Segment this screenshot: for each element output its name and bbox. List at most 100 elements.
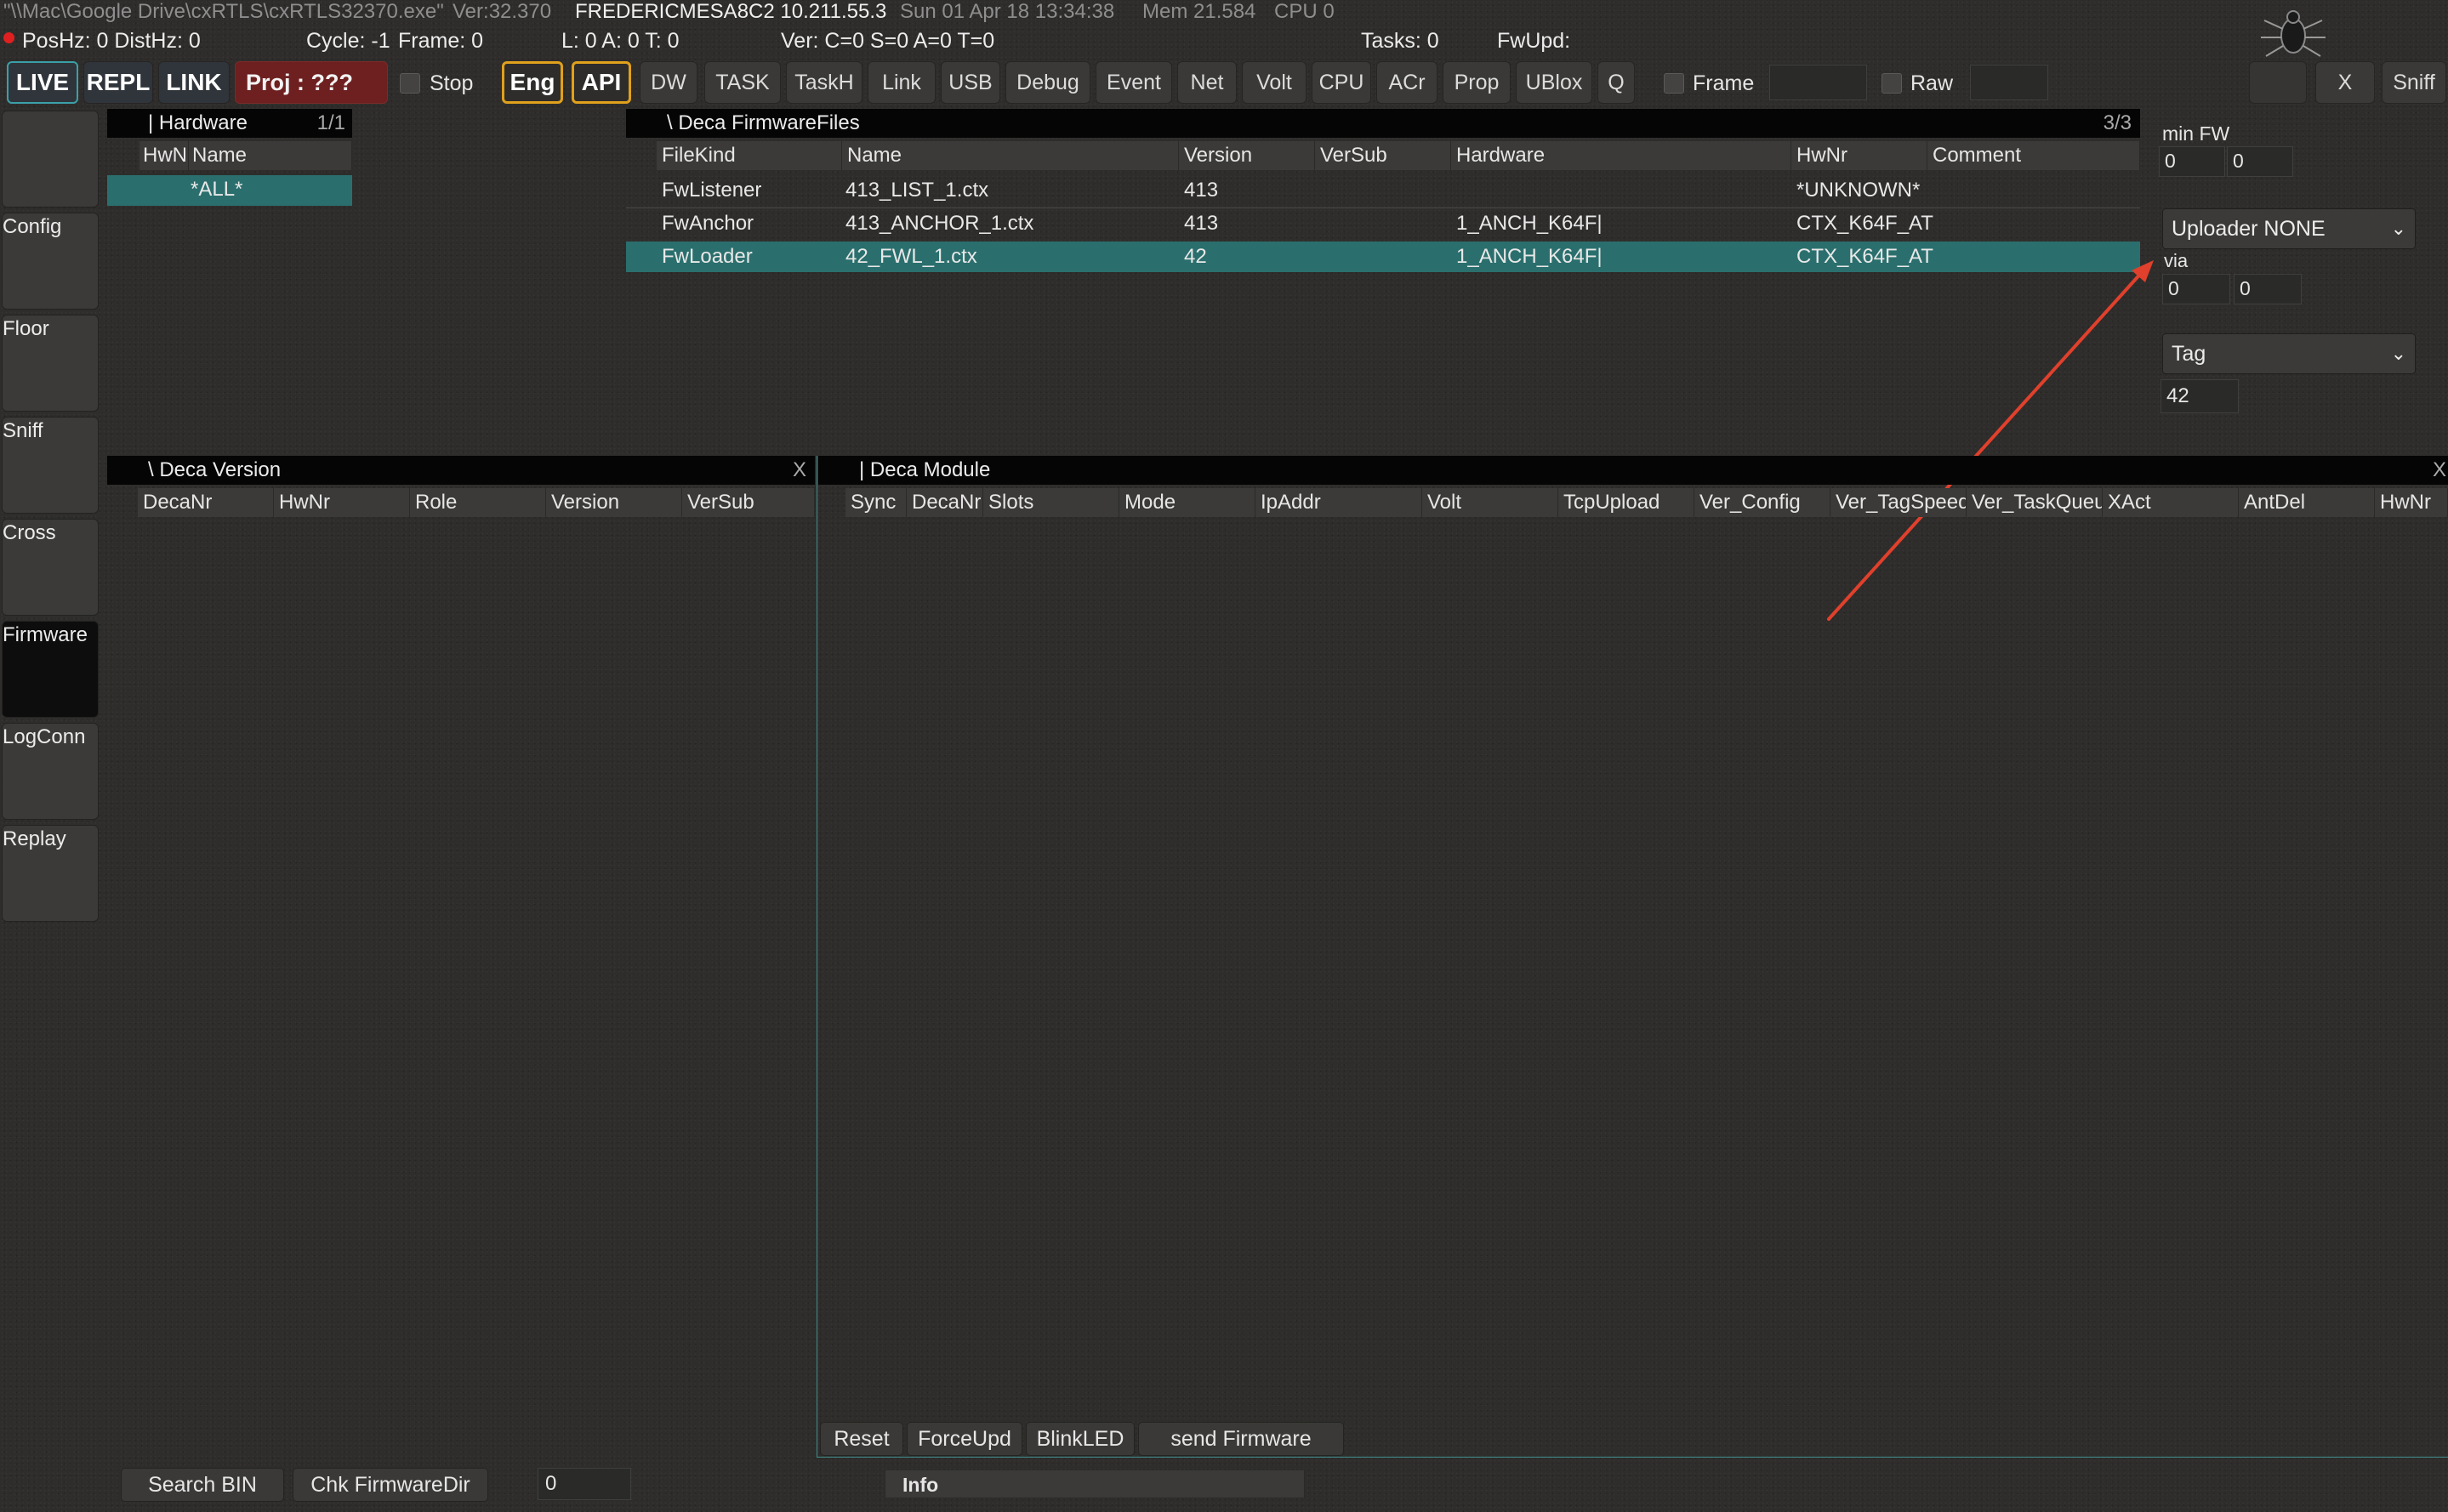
sidebar-item-firmware[interactable]: Firmware [2, 621, 99, 718]
force-update-button[interactable]: ForceUpd [907, 1422, 1022, 1456]
via-label: via [2164, 250, 2189, 271]
acr-button[interactable]: ACr [1376, 61, 1437, 104]
hardware-col-name[interactable]: Name [189, 141, 352, 170]
prop-button[interactable]: Prop [1443, 61, 1511, 104]
sidebar-item-floor[interactable]: Floor [2, 315, 99, 412]
hardware-col-hwnr[interactable]: HwNr [139, 141, 189, 170]
firmware-col-name[interactable]: Name [842, 141, 1179, 170]
sidebar-item-label: Firmware [3, 623, 88, 646]
module-col-ipaddr[interactable]: IpAddr [1255, 488, 1422, 517]
close-button[interactable]: X [2315, 61, 2375, 104]
min-fw-input-b[interactable]: 0 [2227, 146, 2293, 177]
q-button[interactable]: Q [1597, 61, 1635, 104]
sidebar-item-label: Cross [3, 521, 56, 544]
logo-button[interactable] [2249, 61, 2307, 104]
module-col-hwnr[interactable]: HwNr [2375, 488, 2448, 517]
module-col-ver-tagspeed[interactable]: Ver_TagSpeed [1830, 488, 1967, 517]
frame-label: Frame [1693, 71, 1755, 95]
via-value-a: 0 [2168, 277, 2179, 299]
module-col-volt[interactable]: Volt [1422, 488, 1558, 517]
sidebar-item-label: Floor [3, 317, 49, 340]
tag-select[interactable]: Tag ⌄ [2162, 333, 2416, 374]
firmware-col-versub[interactable]: VerSub [1315, 141, 1451, 170]
frame-input[interactable] [1769, 65, 1867, 100]
version-col-role[interactable]: Role [410, 488, 546, 517]
hardware-count: 1/1 [316, 111, 345, 134]
volt-button[interactable]: Volt [1242, 61, 1307, 104]
module-col-ver-taskqueue[interactable]: Ver_TaskQueue [1967, 488, 2103, 517]
api-button[interactable]: API [572, 61, 631, 104]
version-close-button[interactable]: X [793, 456, 806, 485]
frame-checkbox[interactable] [1664, 73, 1684, 94]
date-time: Sun 01 Apr 18 13:34:38 [900, 0, 1115, 23]
sidebar-item-logconn[interactable]: LogConn [2, 723, 99, 820]
cpu-usage: CPU 0 [1274, 0, 1335, 23]
module-col-xact[interactable]: XAct [2103, 488, 2239, 517]
check-firmware-dir-button[interactable]: Chk FirmwareDir [293, 1468, 488, 1502]
blink-led-button[interactable]: BlinkLED [1026, 1422, 1135, 1456]
usb-button[interactable]: USB [941, 61, 1000, 104]
module-col-ver-config[interactable]: Ver_Config [1694, 488, 1830, 517]
sniff-button[interactable]: Sniff [2382, 61, 2446, 104]
cpu-button[interactable]: CPU [1312, 61, 1371, 104]
sidebar-item-cross[interactable]: Cross [2, 519, 99, 616]
version-col-decanr[interactable]: DecaNr [138, 488, 274, 517]
reset-button[interactable]: Reset [820, 1422, 903, 1456]
event-button[interactable]: Event [1096, 61, 1172, 104]
min-fw-input-a[interactable]: 0 [2159, 146, 2225, 177]
min-fw-value-b: 0 [2233, 150, 2244, 172]
firmware-count-value: 0 [545, 1472, 557, 1495]
via-input-a[interactable]: 0 [2162, 274, 2230, 304]
firmware-col-hwnr[interactable]: HwNr [1791, 141, 1927, 170]
dw-button[interactable]: DW [640, 61, 697, 104]
version-col-versub[interactable]: VerSub [682, 488, 815, 517]
module-col-mode[interactable]: Mode [1119, 488, 1255, 517]
host-address: FREDERICMESA8C2 10.211.55.3 [575, 0, 887, 23]
sidebar-item-config[interactable]: Config [2, 213, 99, 310]
raw-input[interactable] [1970, 65, 2048, 100]
link-button[interactable]: Link [868, 61, 936, 104]
sidebar-item-home[interactable] [2, 111, 99, 207]
link-mode-button[interactable]: LINK [158, 61, 230, 104]
fw-update: FwUpd: [1497, 29, 1571, 53]
version-col-hwnr[interactable]: HwNr [274, 488, 410, 517]
module-col-tcpupload[interactable]: TcpUpload [1558, 488, 1694, 517]
search-bin-button[interactable]: Search BIN [121, 1468, 284, 1502]
module-col-sync[interactable]: Sync [845, 488, 907, 517]
net-button[interactable]: Net [1177, 61, 1237, 104]
sidebar-item-label: LogConn [3, 725, 86, 748]
uploader-select[interactable]: Uploader NONE ⌄ [2162, 208, 2416, 249]
min-fw-label: min FW [2162, 122, 2230, 145]
stop-checkbox[interactable] [400, 73, 420, 94]
firmware-col-hardware[interactable]: Hardware [1451, 141, 1791, 170]
firmware-col-filekind[interactable]: FileKind [657, 141, 842, 170]
cell-name: 42_FWL_1.ctx [845, 245, 977, 268]
sidebar-item-replay[interactable]: Replay [2, 825, 99, 922]
project-button[interactable]: Proj : ??? [235, 61, 388, 104]
module-close-button[interactable]: X [2433, 456, 2446, 485]
ublox-button[interactable]: UBlox [1516, 61, 1592, 104]
raw-checkbox[interactable] [1882, 73, 1902, 94]
eng-button[interactable]: Eng [502, 61, 563, 104]
taskh-button[interactable]: TaskH [786, 61, 862, 104]
stop-label: Stop [430, 71, 474, 95]
chevron-down-icon: ⌄ [2390, 218, 2406, 239]
live-mode-button[interactable]: LIVE [7, 61, 78, 104]
bug-logo-icon [2261, 10, 2326, 57]
send-firmware-button[interactable]: send Firmware [1138, 1422, 1344, 1456]
firmware-count-field[interactable]: 0 [538, 1468, 631, 1500]
tag-number-input[interactable]: 42 [2161, 379, 2239, 413]
module-col-antdel[interactable]: AntDel [2239, 488, 2375, 517]
module-col-decanr[interactable]: DecaNr [907, 488, 983, 517]
version-col-version[interactable]: Version [546, 488, 682, 517]
firmware-col-comment[interactable]: Comment [1927, 141, 2140, 170]
sidebar-item-sniff[interactable]: Sniff [2, 417, 99, 514]
module-col-slots[interactable]: Slots [983, 488, 1119, 517]
via-input-b[interactable]: 0 [2234, 274, 2302, 304]
debug-button[interactable]: Debug [1005, 61, 1090, 104]
cell-filekind: FwLoader [662, 245, 753, 268]
task-button[interactable]: TASK [704, 61, 781, 104]
cell-hardware: 1_ANCH_K64F| [1456, 245, 1603, 268]
firmware-col-version[interactable]: Version [1179, 141, 1315, 170]
repl-mode-button[interactable]: REPL [83, 61, 153, 104]
